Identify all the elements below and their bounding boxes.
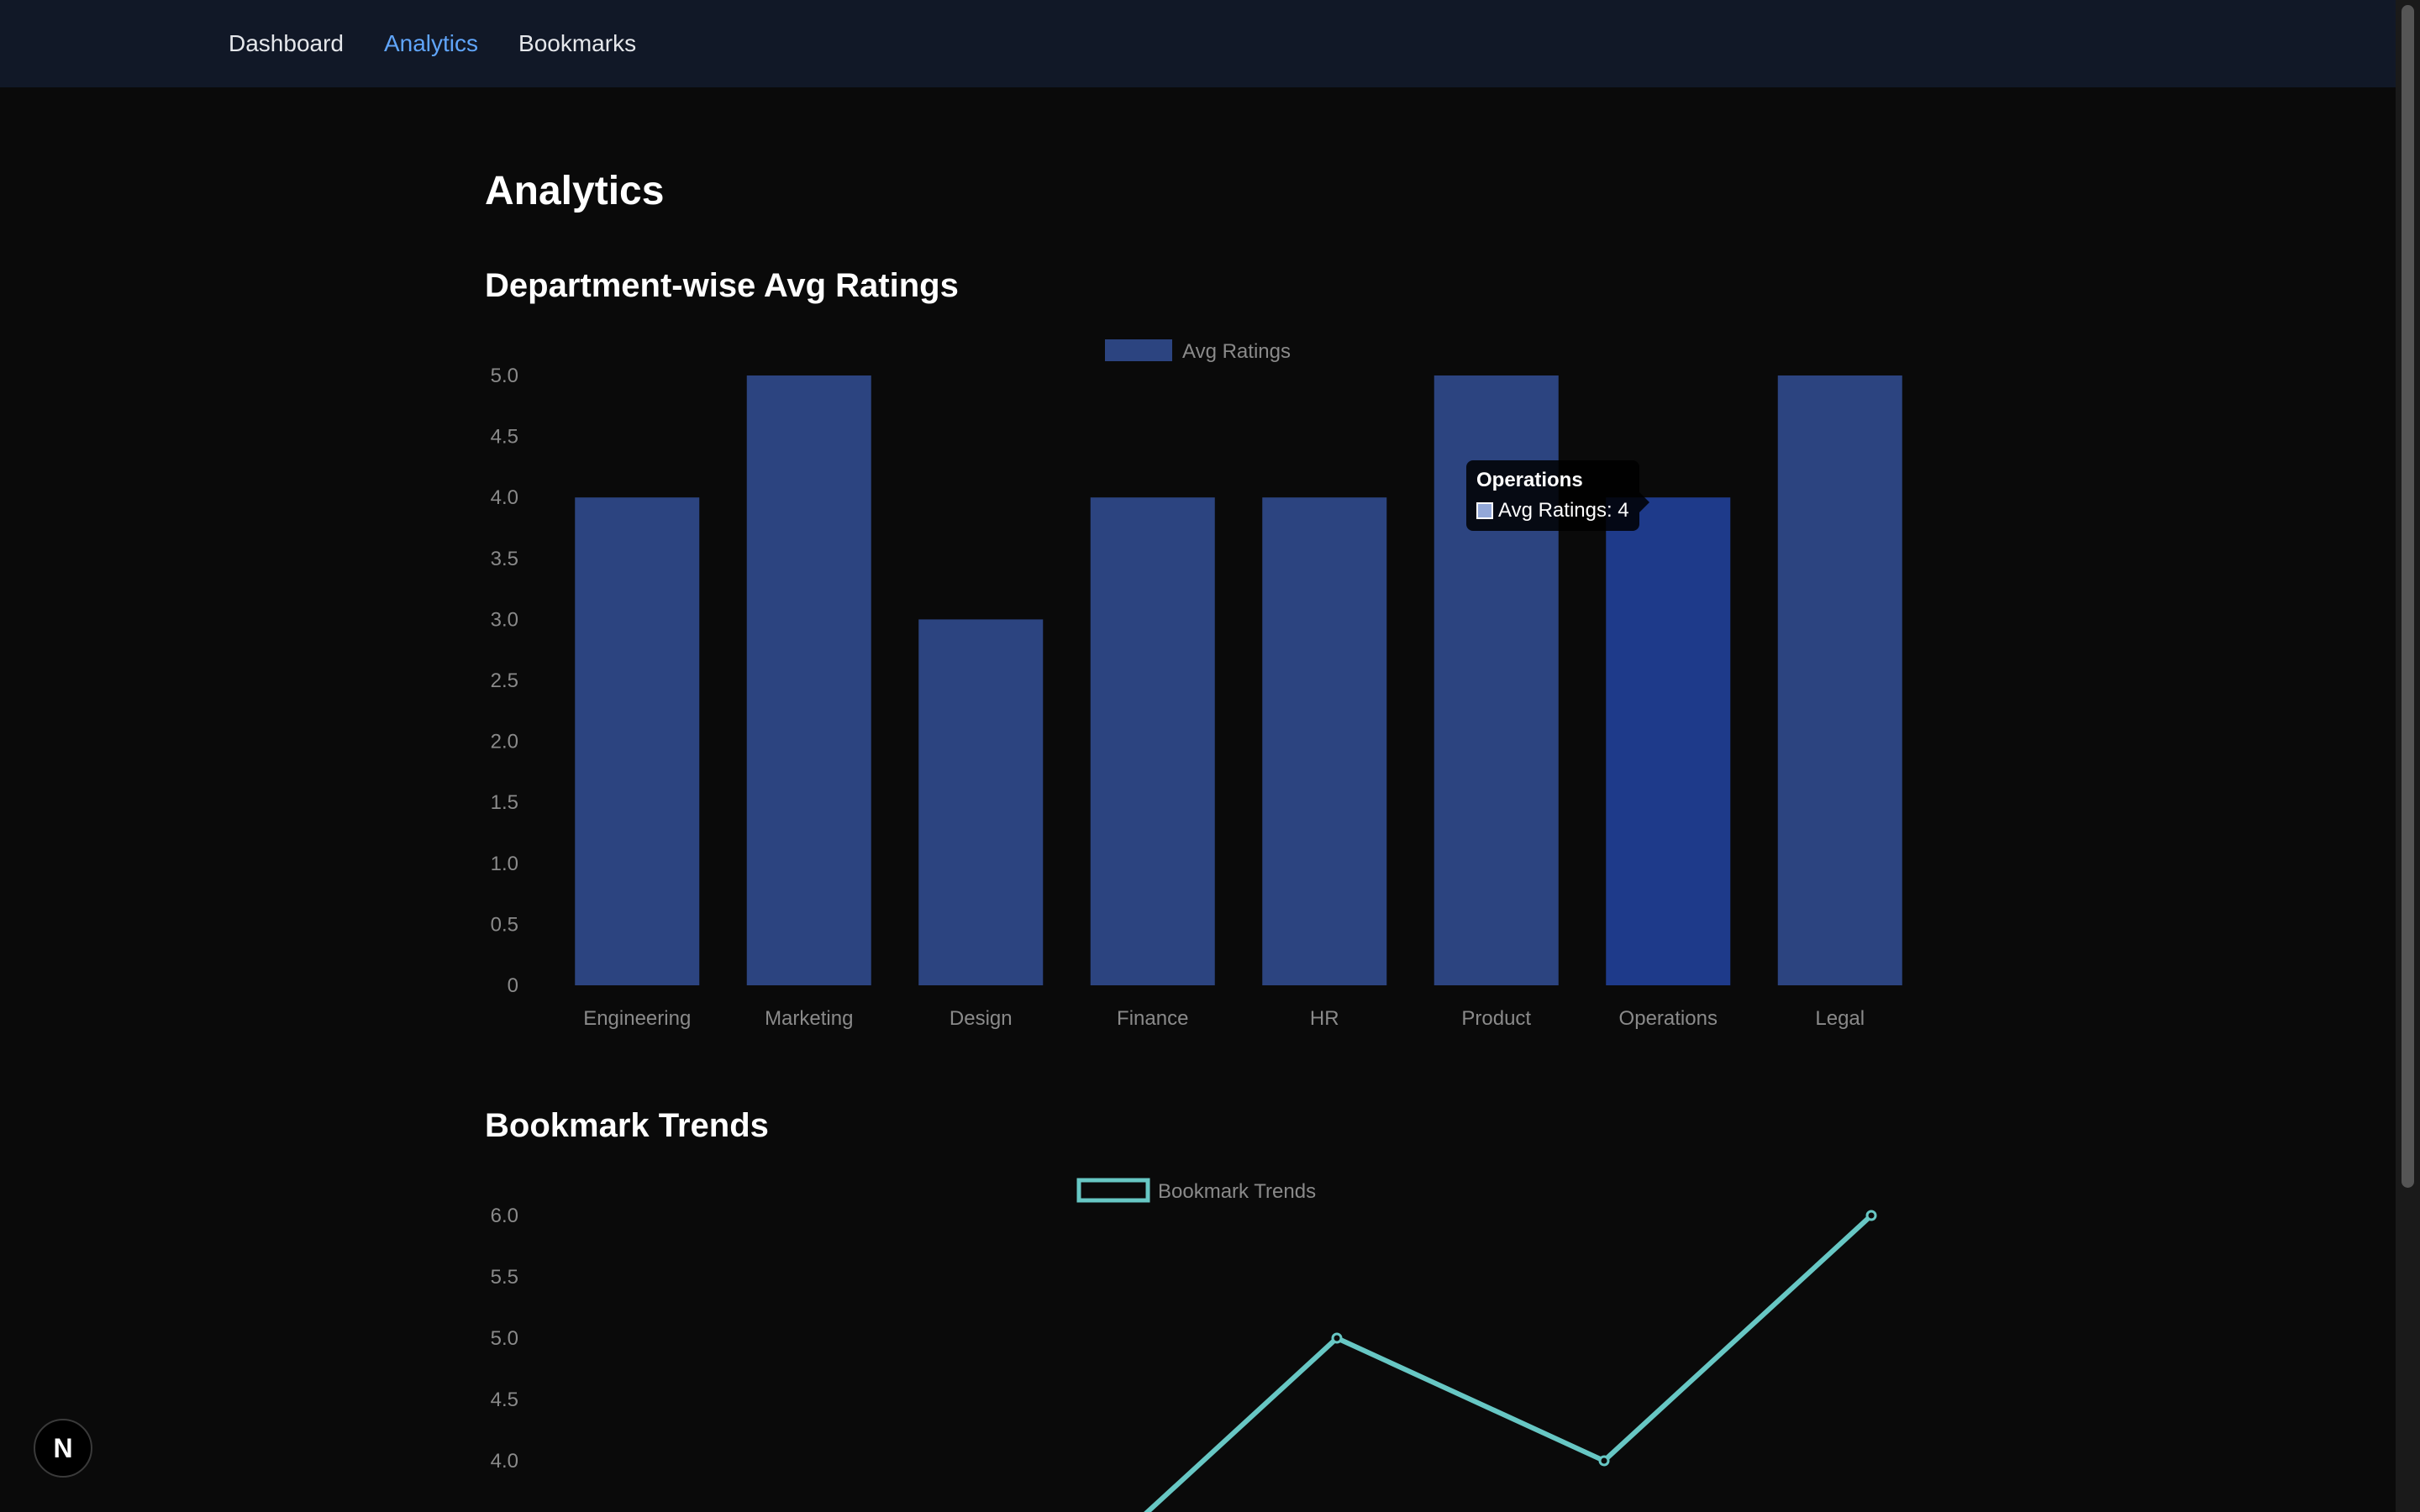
tooltip-caret <box>1639 492 1649 512</box>
scrollbar-thumb[interactable] <box>2402 5 2414 1188</box>
y-tick-label: 1.0 <box>491 853 518 875</box>
nav-analytics[interactable]: Analytics <box>384 30 478 57</box>
tooltip-value: Avg Ratings: 4 <box>1498 499 1629 522</box>
legend-swatch <box>1105 339 1172 361</box>
tooltip-row: Avg Ratings: 4 <box>1476 499 1629 522</box>
y-tick-label: 4.5 <box>491 426 518 449</box>
vertical-scrollbar[interactable] <box>2396 0 2420 1512</box>
legend-label: Bookmark Trends <box>1158 1180 1316 1203</box>
bar <box>1262 497 1387 985</box>
bar <box>1090 497 1215 985</box>
tooltip-title: Operations <box>1476 469 1583 491</box>
x-tick-label: Finance <box>1117 1007 1188 1030</box>
y-tick-label: 0.5 <box>491 913 518 936</box>
y-tick-label: 5.5 <box>491 1266 518 1289</box>
series-line <box>1144 1213 1874 1512</box>
data-point <box>1598 1455 1610 1467</box>
nextjs-logo-icon: N <box>53 1432 73 1463</box>
y-tick-label: 5.0 <box>491 365 518 387</box>
nextjs-dev-badge[interactable]: N <box>34 1419 92 1478</box>
y-tick-label: 3.0 <box>491 608 518 631</box>
y-tick-label: 4.0 <box>491 1450 518 1473</box>
bar <box>746 375 871 985</box>
y-tick-label: 4.5 <box>491 1389 518 1411</box>
ratings-bar-chart: Avg Ratings 0 0.5 1.0 1.5 2.0 2.5 3.0 3.5 4.0 4.5 5… <box>491 339 1902 1030</box>
bar <box>1777 375 1902 985</box>
nav-bookmarks[interactable]: Bookmarks <box>518 30 636 57</box>
y-tick-label: 2.5 <box>491 669 518 692</box>
y-tick-label: 2.0 <box>491 731 518 753</box>
x-tick-label: HR <box>1310 1007 1339 1030</box>
x-tick-label: Marketing <box>765 1007 853 1030</box>
x-tick-label: Legal <box>1815 1007 1865 1030</box>
ratings-section-title: Department-wise Avg Ratings <box>485 267 959 304</box>
y-tick-label: 0 <box>508 974 518 997</box>
x-tick-label: Operations <box>1619 1007 1718 1030</box>
page-title: Analytics <box>485 169 665 213</box>
bar <box>918 619 1044 985</box>
tooltip-color-swatch <box>1476 502 1493 519</box>
legend-swatch <box>1076 1178 1150 1203</box>
x-tick-label: Design <box>950 1007 1013 1030</box>
bar <box>575 497 700 985</box>
x-tick-label: Product <box>1461 1007 1531 1030</box>
data-point <box>1331 1332 1343 1344</box>
bookmark-trends-line-chart: Bookmark Trends 4.0 4.5 5.0 5.5 6.0 <box>491 1178 1877 1512</box>
y-tick-label: 3.5 <box>491 548 518 570</box>
top-navigation: Dashboard Analytics Bookmarks <box>0 0 2396 87</box>
y-tick-label: 4.0 <box>491 486 518 509</box>
chart-tooltip: Operations Avg Ratings: 4 <box>1466 460 1649 531</box>
y-tick-label: 1.5 <box>491 791 518 814</box>
bar <box>1606 497 1731 985</box>
trends-section-title: Bookmark Trends <box>485 1107 769 1144</box>
data-point <box>1865 1210 1877 1221</box>
nav-dashboard[interactable]: Dashboard <box>229 30 344 57</box>
y-tick-label: 5.0 <box>491 1327 518 1350</box>
y-tick-label: 6.0 <box>491 1205 518 1227</box>
legend-label: Avg Ratings <box>1182 340 1291 363</box>
x-tick-label: Engineering <box>583 1007 691 1030</box>
